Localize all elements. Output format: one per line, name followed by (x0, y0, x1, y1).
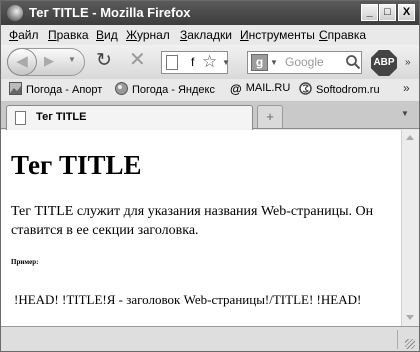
title-bar[interactable]: Тег TITLE - Mozilla Firefox _ □ X (1, 1, 419, 25)
search-bar[interactable]: g ▼ Google (247, 51, 362, 74)
back-forward-group: ◀ ▶ ▼ (7, 48, 85, 76)
weather-cloud-icon (115, 82, 128, 95)
bookmark-label: Softodrom.ru (316, 84, 380, 96)
tab-title: Тег TITLE (36, 111, 87, 123)
firefox-logo-icon (7, 5, 23, 21)
tab-list-dropdown-icon[interactable]: ▼ (401, 109, 409, 118)
maximize-button[interactable]: □ (379, 4, 396, 21)
menu-edit[interactable]: Правка (48, 28, 89, 42)
close-button[interactable]: X (398, 4, 415, 21)
reload-icon[interactable]: ↻ (96, 51, 112, 71)
navigation-toolbar: ◀ ▶ ▼ ↻ ✕ f ☆ ▼ g ▼ Google ABP » (1, 45, 419, 79)
weather-image-icon (9, 82, 22, 95)
menu-view[interactable]: Вид (96, 28, 118, 42)
browser-window: Тег TITLE - Mozilla Firefox _ □ X Файл П… (0, 0, 420, 352)
bookmarks-overflow-icon[interactable]: » (403, 81, 410, 95)
stop-icon[interactable]: ✕ (129, 50, 146, 70)
resize-grip-icon[interactable] (405, 339, 415, 349)
vertical-scrollbar[interactable] (401, 130, 419, 326)
url-dropdown-icon[interactable]: ▼ (222, 58, 230, 67)
bookmarks-bar: Погода - Апорт Погода - Яндекс @ MAIL.RU … (1, 79, 419, 101)
search-icon[interactable] (345, 54, 361, 70)
status-bar (1, 326, 419, 351)
url-text[interactable]: f (191, 55, 194, 69)
page-heading: Тег TITLE (11, 150, 142, 180)
bookmark-item[interactable]: Погода - Яндекс (115, 82, 215, 96)
search-engine-icon[interactable]: g (251, 54, 268, 71)
bookmark-item[interactable]: Погода - Апорт (9, 82, 102, 96)
forward-button[interactable]: ▶ (44, 53, 54, 69)
bookmark-item[interactable]: @ MAIL.RU (230, 82, 291, 96)
at-sign-icon: @ (230, 82, 242, 96)
history-dropdown-icon[interactable]: ▼ (68, 55, 76, 64)
softodrom-icon (299, 82, 312, 95)
page-icon (166, 55, 178, 70)
url-bar[interactable]: f ☆ ▼ (161, 51, 230, 74)
menu-bar: Файл Правка Вид Журнал Закладки Инструме… (1, 25, 419, 45)
search-engine-dropdown-icon[interactable]: ▼ (270, 58, 278, 67)
tab-strip: Тег TITLE + ▼ (1, 101, 419, 130)
tab-active[interactable]: Тег TITLE (6, 105, 253, 130)
bookmark-star-icon[interactable]: ☆ (202, 52, 217, 72)
scroll-down-icon[interactable] (406, 315, 414, 320)
adblock-button[interactable]: ABP (371, 50, 397, 76)
menu-bookmarks[interactable]: Закладки (180, 28, 232, 42)
menu-help[interactable]: Справка (319, 28, 366, 42)
example-code: !HEAD! !TITLE!Я - заголовок Web-страницы… (14, 292, 362, 307)
search-input[interactable]: Google (285, 55, 324, 69)
scroll-up-icon[interactable] (406, 135, 414, 140)
minimize-button[interactable]: _ (361, 4, 378, 21)
toolbar-overflow-icon[interactable]: » (405, 57, 411, 68)
page-paragraph: Тег TITLE служит для указания названия W… (11, 204, 374, 238)
bookmark-label: MAIL.RU (245, 82, 291, 94)
back-button[interactable]: ◀ (7, 48, 37, 76)
bookmark-label: Погода - Апорт (26, 84, 103, 96)
menu-file[interactable]: Файл (9, 28, 39, 42)
page-icon (15, 111, 26, 125)
example-label: Пример: (11, 258, 39, 266)
page-content: Тег TITLE Тег TITLE служит для указания … (1, 130, 401, 326)
bookmark-label: Погода - Яндекс (132, 84, 215, 96)
menu-tools[interactable]: Инструменты (240, 28, 315, 42)
bookmark-item[interactable]: Softodrom.ru (299, 82, 380, 96)
menu-history[interactable]: Журнал (126, 28, 170, 42)
new-tab-button[interactable]: + (257, 105, 283, 128)
window-title: Тег TITLE - Mozilla Firefox (29, 5, 191, 20)
